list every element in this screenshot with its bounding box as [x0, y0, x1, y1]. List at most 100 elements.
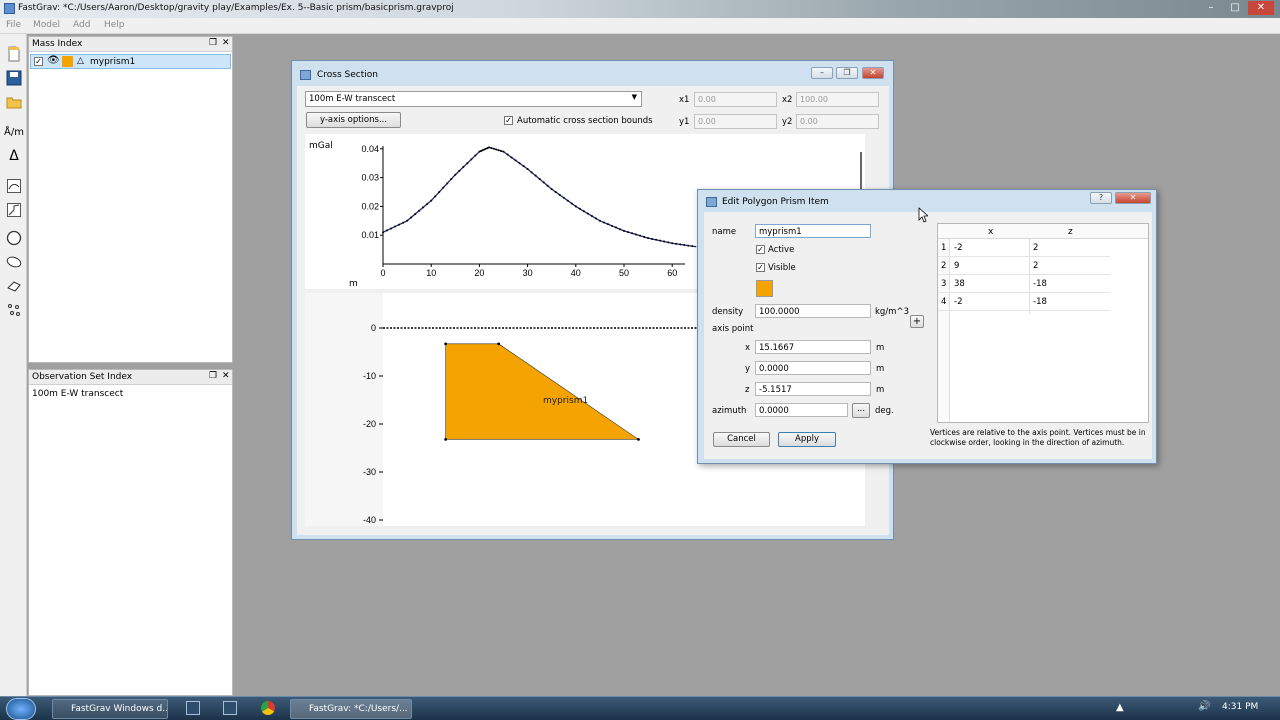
- azimuth-field[interactable]: 0.0000: [755, 403, 848, 417]
- y-tick-label: -40: [363, 515, 376, 525]
- table-row[interactable]: 3 38 -18: [938, 275, 1110, 293]
- taskbar-item-explorer[interactable]: FastGrav Windows d...: [52, 699, 168, 719]
- y-tick-label: 0.01: [361, 230, 379, 240]
- color-picker-button[interactable]: [756, 280, 773, 297]
- apply-button[interactable]: Apply: [778, 432, 836, 447]
- close-dock-icon[interactable]: ✕: [222, 371, 230, 381]
- y-tick-label: 0.02: [361, 201, 379, 211]
- visible-label: Visible: [768, 263, 796, 273]
- maximize-button[interactable]: □: [1224, 1, 1246, 15]
- cell-z[interactable]: -18: [1033, 279, 1047, 289]
- data-point: [426, 203, 429, 205]
- minimize-button[interactable]: –: [1200, 1, 1222, 15]
- window-icon[interactable]: [186, 701, 200, 715]
- data-point: [442, 186, 445, 189]
- azimuth-label: azimuth: [712, 406, 747, 416]
- y2-input[interactable]: 0.00: [796, 114, 879, 129]
- data-point: [663, 240, 666, 243]
- data-point: [574, 205, 577, 208]
- add-button[interactable]: +: [910, 315, 924, 328]
- data-point: [492, 147, 495, 150]
- x1-input[interactable]: 0.00: [694, 92, 777, 107]
- mass-item-checkbox[interactable]: ✓: [34, 57, 43, 66]
- axis-y-field[interactable]: 0.0000: [755, 361, 871, 375]
- y-tick-label: -20: [363, 419, 376, 429]
- cancel-button[interactable]: Cancel: [713, 432, 770, 447]
- table-row[interactable]: 4 -2 -18: [938, 293, 1110, 311]
- cylinder-icon[interactable]: [4, 252, 24, 272]
- azimuth-picker-button[interactable]: ...: [852, 403, 870, 418]
- table-row[interactable]: 1 -2 2: [938, 239, 1110, 257]
- active-checkbox[interactable]: ✓: [756, 245, 765, 254]
- menu-file[interactable]: File: [6, 20, 21, 30]
- observation-set-item[interactable]: 100m E-W transcect: [32, 389, 123, 399]
- cell-z[interactable]: 2: [1033, 243, 1038, 253]
- delta-icon[interactable]: Δ: [4, 146, 24, 166]
- prism-icon[interactable]: [4, 276, 24, 296]
- x2-input[interactable]: 100.00: [796, 92, 879, 107]
- taskbar-item-fastgrav[interactable]: FastGrav: *C:/Users/...: [290, 699, 412, 719]
- save-icon[interactable]: [4, 68, 24, 88]
- window-icon[interactable]: [223, 701, 237, 715]
- cell-x[interactable]: 38: [954, 279, 965, 289]
- profile-chart-icon[interactable]: [4, 176, 24, 196]
- float-dock-icon[interactable]: ❐: [209, 371, 217, 381]
- eye-icon[interactable]: 👁: [47, 55, 60, 66]
- data-point: [683, 243, 686, 246]
- cell-z[interactable]: -18: [1033, 297, 1047, 307]
- line-tool-icon[interactable]: [4, 200, 24, 220]
- axis-x-field[interactable]: 15.1667: [755, 340, 871, 354]
- cell-x[interactable]: -2: [954, 297, 962, 307]
- start-button[interactable]: [6, 698, 36, 720]
- table-row[interactable]: 2 9 2: [938, 257, 1110, 275]
- cell-x[interactable]: 9: [954, 261, 959, 271]
- cell-x[interactable]: -2: [954, 243, 962, 253]
- data-point: [538, 178, 541, 181]
- close-button[interactable]: ✕: [1248, 1, 1274, 15]
- cell-z[interactable]: 2: [1033, 261, 1038, 271]
- vertex-point: [444, 342, 448, 346]
- new-file-icon[interactable]: [4, 44, 24, 64]
- chrome-icon[interactable]: [261, 701, 275, 715]
- y-label: y: [745, 364, 751, 374]
- open-folder-icon[interactable]: [4, 92, 24, 112]
- mass-item-row[interactable]: ✓ 👁 △ myprism1: [30, 54, 231, 69]
- data-point: [659, 239, 662, 242]
- transect-select[interactable]: 100m E-W transcect ▼: [305, 91, 642, 107]
- vertex-table: x z 1 -2 2 2 9 2 3 38 -18 4 -2 -18: [937, 223, 1149, 423]
- data-point: [679, 243, 682, 246]
- axis-z-field[interactable]: -5.1517: [755, 382, 871, 396]
- data-point: [466, 162, 469, 165]
- help-button[interactable]: ?: [1090, 192, 1112, 204]
- menu-model[interactable]: Model: [33, 20, 60, 30]
- minimize-button[interactable]: –: [811, 67, 833, 79]
- menu-help[interactable]: Help: [104, 20, 125, 30]
- color-swatch[interactable]: [62, 56, 73, 67]
- close-dock-icon[interactable]: ✕: [222, 38, 230, 48]
- auto-bounds-checkbox[interactable]: ✓: [504, 116, 513, 125]
- y1-input[interactable]: 0.00: [694, 114, 777, 129]
- data-point: [667, 241, 670, 244]
- density-field[interactable]: 100.0000: [755, 304, 871, 318]
- app-title-bar: FastGrav: *C:/Users/Aaron/Desktop/gravit…: [0, 0, 1280, 18]
- units-icon[interactable]: Å/m: [4, 122, 24, 142]
- y-tick-label: -30: [363, 467, 376, 477]
- y-axis-options-button[interactable]: y-axis options...: [306, 112, 401, 128]
- drive-icon[interactable]: ▲: [1116, 702, 1124, 713]
- data-point: [618, 228, 621, 231]
- prism-item-icon: △: [77, 56, 84, 66]
- mass-index-panel: Mass Index ❐ ✕ ✓ 👁 △ myprism1: [28, 36, 233, 363]
- close-button[interactable]: ✕: [1115, 192, 1151, 204]
- volume-icon[interactable]: 🔊: [1198, 701, 1210, 712]
- x-tick-label: 10: [426, 268, 436, 278]
- float-dock-icon[interactable]: ❐: [209, 38, 217, 48]
- close-button[interactable]: ✕: [862, 67, 884, 79]
- y-tick-label: 0: [371, 323, 376, 333]
- menu-add[interactable]: Add: [73, 20, 90, 30]
- restore-button[interactable]: ❐: [836, 67, 858, 79]
- sphere-icon[interactable]: [4, 228, 24, 248]
- points-icon[interactable]: [4, 300, 24, 320]
- name-field[interactable]: myprism1: [755, 224, 871, 238]
- visible-checkbox[interactable]: ✓: [756, 263, 765, 272]
- observation-set-header: Observation Set Index ❐ ✕: [29, 370, 232, 385]
